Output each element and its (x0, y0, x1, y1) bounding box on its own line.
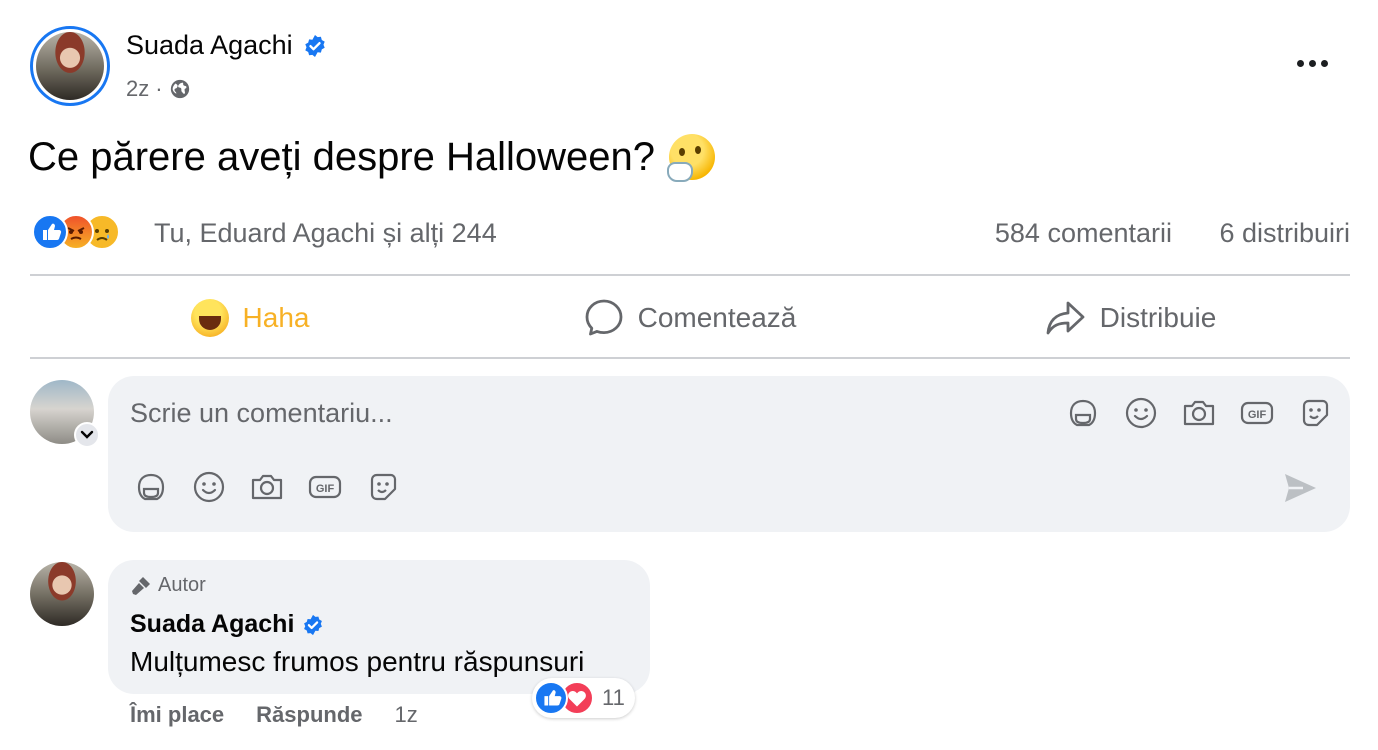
share-button[interactable]: Distribuie (910, 278, 1350, 358)
camera-icon[interactable] (1180, 394, 1218, 432)
reactions-summary[interactable]: Tu, Eduard Agachi și alți 244 (154, 218, 497, 249)
divider (30, 274, 1350, 276)
author-name[interactable]: Suada Agachi (126, 30, 293, 61)
author-avatar[interactable] (30, 26, 110, 106)
like-reaction-icon (534, 681, 568, 715)
camera-icon[interactable] (248, 468, 286, 506)
author-name-row: Suada Agachi (126, 30, 327, 61)
microphone-icon (132, 576, 150, 595)
globe-icon (170, 79, 189, 99)
like-reaction-icon (32, 214, 68, 250)
gif-icon[interactable]: GIF (306, 468, 344, 506)
svg-text:GIF: GIF (316, 483, 335, 495)
author-badge: Autor (130, 574, 206, 597)
haha-face-icon (190, 299, 229, 337)
comment-button[interactable]: Comentează (470, 278, 910, 358)
comment-actions: Îmi place Răspunde 1z (130, 702, 418, 728)
svg-text:GIF: GIF (1248, 409, 1267, 421)
current-user-avatar[interactable] (30, 380, 100, 448)
post-actions: Haha Comentează Distribuie (30, 278, 1350, 358)
comment-reaction-count: 11 (602, 685, 625, 710)
comment-author-avatar[interactable] (30, 562, 94, 626)
post-text: Ce părere aveți despre Halloween? (28, 134, 656, 179)
post-header: Suada Agachi 2z · (28, 26, 1350, 110)
avatar-sticker-icon[interactable] (132, 468, 170, 506)
composer-tools-bottom: GIF (132, 468, 402, 506)
dot-icon (1308, 59, 1316, 67)
reaction-icons[interactable] (32, 214, 120, 250)
comment-text: Mulțumesc frumos pentru răspunsuri (130, 646, 585, 677)
share-label: Distribuie (1099, 302, 1217, 333)
author-badge-label: Autor (158, 574, 206, 596)
haha-label: Haha (242, 302, 310, 333)
comment-composer: GIF GIF (108, 376, 1350, 532)
share-arrow-icon (1046, 301, 1085, 335)
gif-icon[interactable]: GIF (1238, 394, 1276, 432)
avatar-sticker-icon[interactable] (1064, 394, 1102, 432)
comment-like-button[interactable]: Îmi place (130, 702, 224, 728)
verified-badge-icon (304, 34, 325, 57)
comment-bubble-icon (585, 299, 623, 336)
sticker-icon[interactable] (364, 468, 402, 506)
emoji-icon[interactable] (1122, 394, 1160, 432)
more-options-button[interactable] (1292, 48, 1332, 78)
comment-time[interactable]: 1z (395, 702, 418, 728)
dot-icon (1296, 59, 1304, 67)
comment-label: Comentează (637, 302, 797, 333)
comment-input[interactable] (130, 398, 1030, 429)
thinking-face-icon (667, 134, 716, 182)
divider (30, 357, 1350, 359)
emoji-icon[interactable] (190, 468, 228, 506)
post-time[interactable]: 2z (126, 76, 149, 102)
chevron-down-icon[interactable] (74, 422, 100, 448)
comments-count-link[interactable]: 584 comentarii (995, 218, 1172, 249)
comment-author-row: Suada Agachi (130, 610, 324, 639)
send-icon[interactable] (1280, 468, 1320, 508)
meta-separator: · (155, 76, 163, 101)
post-stats: Tu, Eduard Agachi și alți 244 584 coment… (30, 210, 1350, 258)
comment-reactions[interactable]: 11 (532, 678, 635, 718)
post-meta: 2z · (126, 76, 191, 102)
composer-tools-top: GIF (1064, 394, 1334, 432)
sticker-icon[interactable] (1296, 394, 1334, 432)
haha-button[interactable]: Haha (30, 278, 470, 358)
shares-count-link[interactable]: 6 distribuiri (1219, 218, 1350, 249)
comment-reply-button[interactable]: Răspunde (256, 702, 362, 728)
comment-bubble: Autor Suada Agachi Mulțumesc frumos pent… (108, 560, 650, 694)
dot-icon (1320, 59, 1328, 67)
post-text-row: Ce părere aveți despre Halloween? (28, 134, 716, 182)
comment-author-name[interactable]: Suada Agachi (130, 610, 294, 639)
verified-badge-icon (304, 614, 323, 635)
